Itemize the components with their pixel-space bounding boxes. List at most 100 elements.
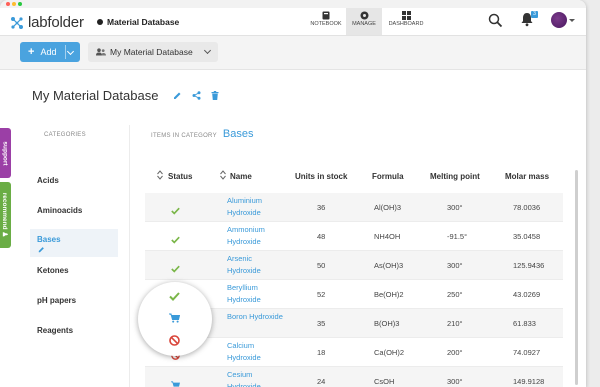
manage-icon xyxy=(360,11,368,20)
support-tab[interactable]: support xyxy=(0,128,11,178)
column-header-units[interactable]: Units in stock xyxy=(295,172,347,181)
cell-melting: 210° xyxy=(447,319,463,328)
sort-icon[interactable] xyxy=(157,170,163,180)
edit-icon[interactable] xyxy=(38,246,45,253)
category-aminoacids[interactable]: Aminoacids xyxy=(30,196,118,224)
material-name-link[interactable]: Cesium Hydroxide xyxy=(227,369,287,387)
column-header-formula[interactable]: Formula xyxy=(372,172,404,181)
breadcrumb-title: Material Database xyxy=(107,17,180,27)
recommend-tab[interactable]: recommend ♟ xyxy=(0,182,11,248)
minimize-window-icon[interactable] xyxy=(12,2,16,6)
blocked-icon[interactable] xyxy=(169,335,180,346)
cell-formula: Ca(OH)2 xyxy=(374,348,405,357)
cell-formula: CsOH xyxy=(374,377,395,386)
cell-units: 24 xyxy=(317,377,326,386)
items-in-category-header: ITEMS IN CATEGORY Bases xyxy=(151,128,253,140)
material-name-link[interactable]: Aluminium Hydroxide xyxy=(227,195,287,219)
scrollbar[interactable] xyxy=(575,170,578,385)
check-icon[interactable] xyxy=(171,202,180,220)
cell-melting: 300° xyxy=(447,203,463,212)
category-label: Ketones xyxy=(37,265,69,275)
tab-dashboard[interactable]: DASHBOARD xyxy=(386,8,426,35)
tab-notebook[interactable]: NOTEBOOK xyxy=(308,8,344,35)
material-name-link[interactable]: Ammonium Hydroxide xyxy=(227,224,287,248)
chevron-down-icon[interactable] xyxy=(66,47,75,56)
check-icon[interactable] xyxy=(171,260,180,278)
category-ketones[interactable]: Ketones xyxy=(30,256,118,284)
search-icon[interactable] xyxy=(488,13,503,28)
toolbar: + Add My Material Database xyxy=(0,36,586,70)
category-reagents[interactable]: Reagents xyxy=(30,316,118,344)
close-window-icon[interactable] xyxy=(6,2,10,6)
cart-icon[interactable] xyxy=(171,376,181,387)
cell-units: 48 xyxy=(317,232,326,241)
column-header-melting-point[interactable]: Melting point xyxy=(430,172,480,181)
category-label: Bases xyxy=(37,235,61,244)
table-row[interactable]: Calcium Hydroxide 18 Ca(OH)2 200° 74.0927 xyxy=(145,338,563,367)
column-header-name[interactable]: Name xyxy=(230,172,252,181)
database-icon xyxy=(97,19,103,25)
cell-molar: 125.9436 xyxy=(513,261,545,270)
cell-melting: 300° xyxy=(447,377,463,386)
cell-molar: 149.9128 xyxy=(513,377,545,386)
column-header-status[interactable]: Status xyxy=(168,172,192,181)
cell-melting: 200° xyxy=(447,348,463,357)
material-name-link[interactable]: Calcium Hydroxide xyxy=(227,340,287,364)
check-icon[interactable] xyxy=(171,231,180,249)
table-row[interactable]: Ammonium Hydroxide 48 NH4OH -91.5° 35.0458 xyxy=(145,222,563,251)
share-icon[interactable] xyxy=(192,91,201,100)
add-button-label: Add xyxy=(40,47,57,57)
cell-units: 50 xyxy=(317,261,326,270)
category-acids[interactable]: Acids xyxy=(30,166,118,194)
cell-units: 52 xyxy=(317,290,326,299)
sort-icon[interactable] xyxy=(220,170,226,180)
cart-icon[interactable] xyxy=(169,313,180,323)
cell-units: 18 xyxy=(317,348,326,357)
tab-dashboard-label: DASHBOARD xyxy=(388,21,424,27)
category-label: pH papers xyxy=(37,295,77,305)
tab-notebook-label: NOTEBOOK xyxy=(310,21,342,27)
cell-molar: 61.833 xyxy=(513,319,536,328)
cell-formula: Al(OH)3 xyxy=(374,203,402,212)
trash-icon[interactable] xyxy=(211,91,219,100)
category-ph-papers[interactable]: pH papers xyxy=(30,286,118,314)
categories-heading: CATEGORIES xyxy=(44,132,86,138)
notebook-icon xyxy=(322,11,330,20)
table-row[interactable]: Aluminium Hydroxide 36 Al(OH)3 300° 78.0036 xyxy=(145,193,563,222)
cell-molar: 43.0269 xyxy=(513,290,541,299)
database-select[interactable]: My Material Database xyxy=(88,42,218,62)
cell-formula: As(OH)3 xyxy=(374,261,404,270)
edit-icon[interactable] xyxy=(173,91,182,100)
material-name-link[interactable]: Arsenic Hydroxide xyxy=(227,253,287,277)
avatar[interactable] xyxy=(551,12,567,28)
table-row[interactable]: Cesium Hydroxide 24 CsOH 300° 149.9128 xyxy=(145,367,563,387)
notification-badge: 3 xyxy=(531,11,538,18)
cell-molar: 78.0036 xyxy=(513,203,541,212)
cell-melting: -91.5° xyxy=(447,232,468,241)
dashboard-icon xyxy=(401,11,411,20)
items-in-category-label: ITEMS IN CATEGORY xyxy=(151,133,217,139)
column-header-molar-mass[interactable]: Molar mass xyxy=(505,172,549,181)
chevron-down-icon[interactable] xyxy=(569,19,575,22)
maximize-window-icon[interactable] xyxy=(18,2,22,6)
labfolder-logo-icon xyxy=(11,16,23,29)
check-icon[interactable] xyxy=(169,292,180,301)
recommend-tab-label: recommend ♟ xyxy=(1,192,9,238)
cell-units: 36 xyxy=(317,203,326,212)
items-in-category-value: Bases xyxy=(222,128,254,140)
add-button[interactable]: + Add xyxy=(20,42,80,62)
add-button-divider xyxy=(65,45,66,59)
table-row[interactable]: Arsenic Hydroxide 50 As(OH)3 300° 125.9436 xyxy=(145,251,563,280)
breadcrumb: Material Database xyxy=(97,17,179,27)
labfolder-logo[interactable]: labfolder xyxy=(10,14,84,31)
chevron-down-icon xyxy=(203,46,212,55)
cell-molar: 35.0458 xyxy=(513,232,541,241)
status-picker-popup xyxy=(138,282,212,356)
material-name-link[interactable]: Beryllium Hydroxide xyxy=(227,282,287,306)
material-name-link[interactable]: Boron Hydroxide xyxy=(227,311,287,323)
tab-manage[interactable]: MANAGE xyxy=(346,8,382,35)
page-title: My Material Database xyxy=(32,88,159,103)
category-bases[interactable]: Bases xyxy=(30,229,118,257)
app-window: labfolder Material Database NOTEBOOK MAN… xyxy=(0,0,586,387)
page-header: My Material Database xyxy=(32,88,224,103)
